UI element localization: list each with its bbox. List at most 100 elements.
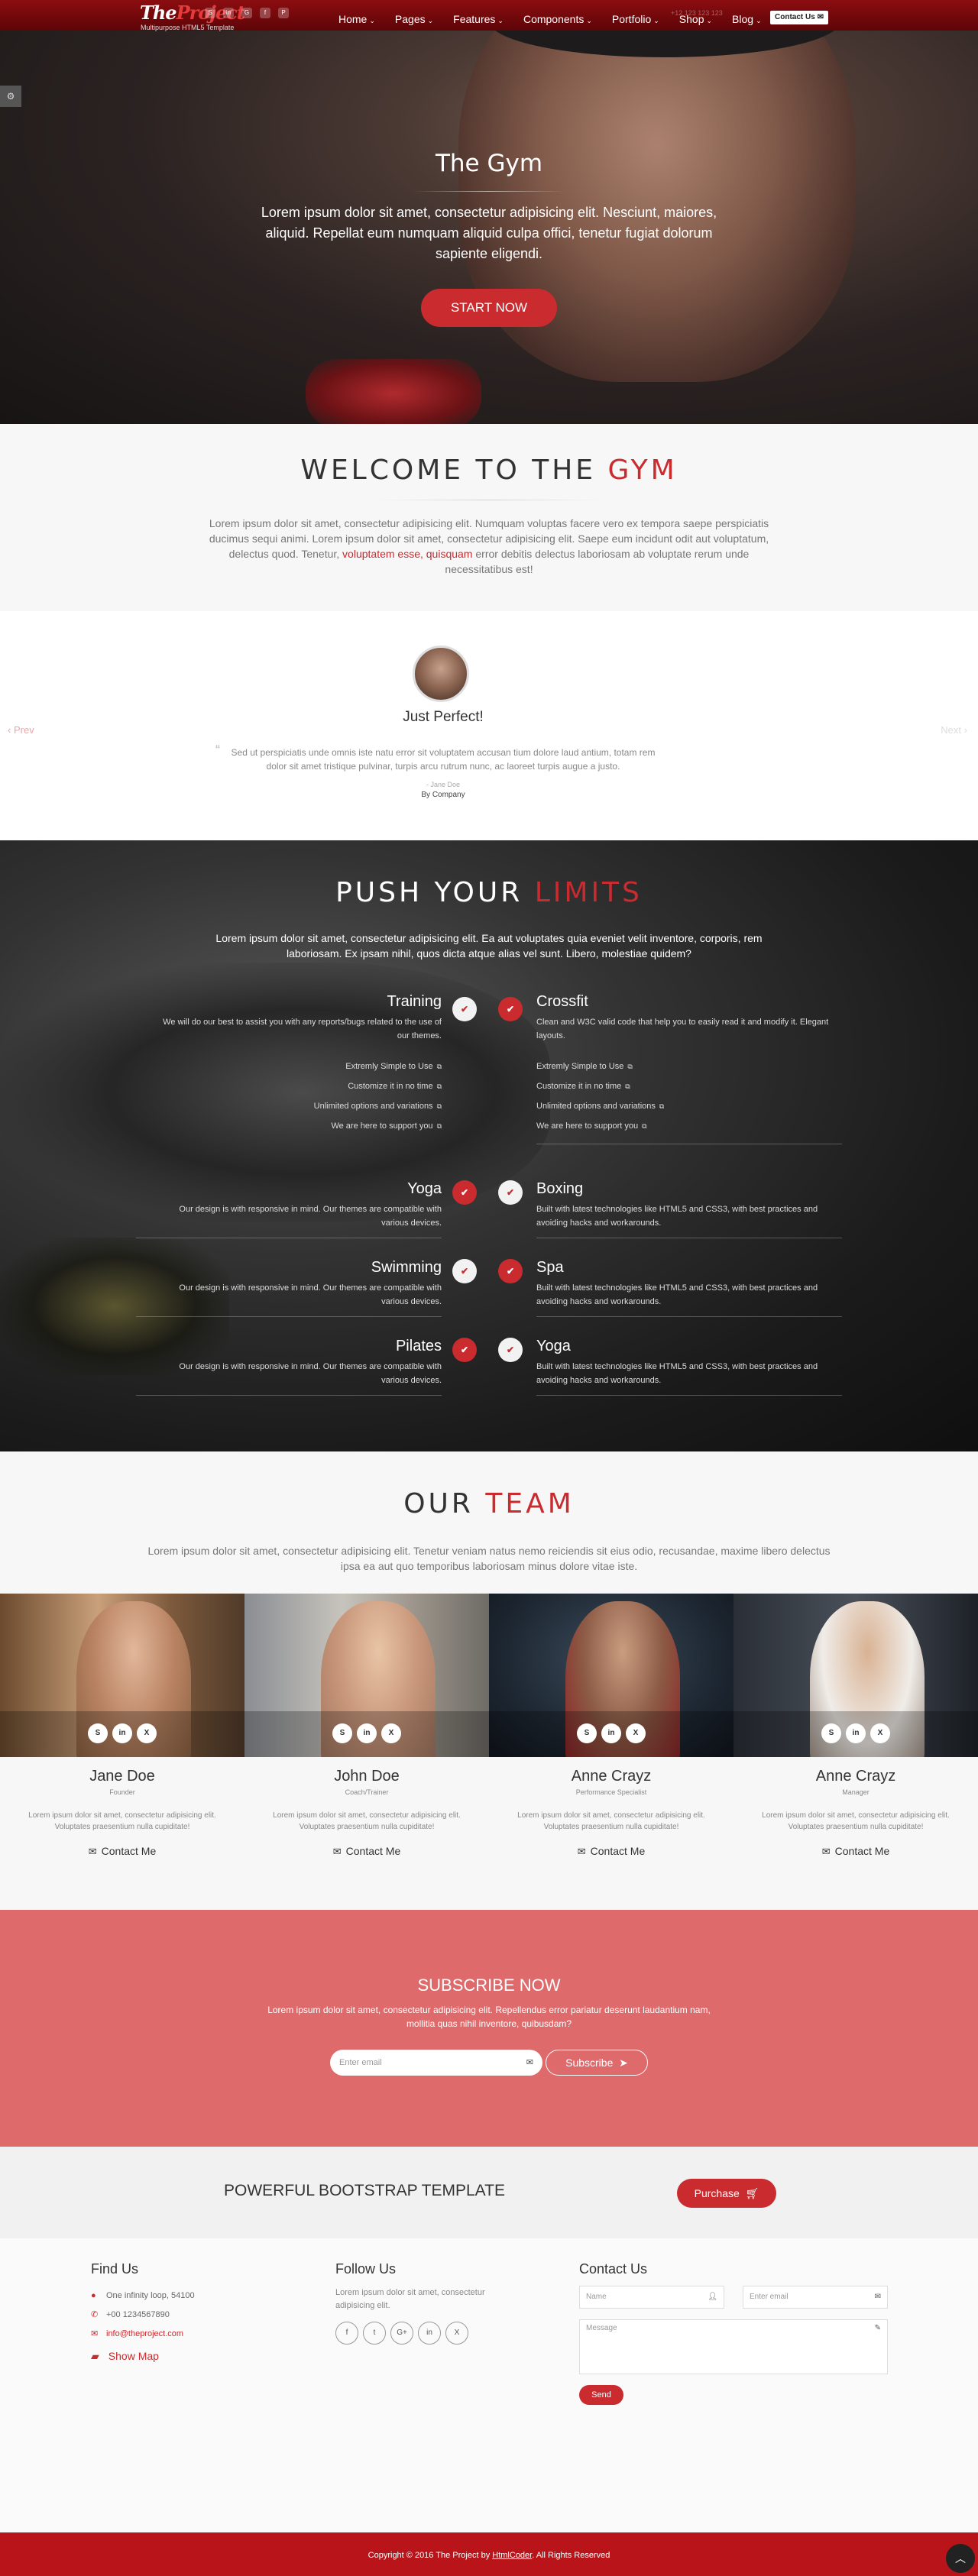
purchase-button[interactable]: Purchase 🛒︎: [677, 2179, 776, 2208]
send-button[interactable]: Send: [579, 2385, 623, 2405]
push-limits-section: PUSH YOUR LIMITS Lorem ipsum dolor sit a…: [0, 840, 978, 1451]
member-desc: Lorem ipsum dolor sit amet, consectetur …: [28, 1811, 216, 1831]
purchase-title: POWERFUL BOOTSTRAP TEMPLATE: [224, 2182, 505, 2199]
xing-icon[interactable]: X: [137, 1723, 157, 1743]
facebook-icon[interactable]: f: [260, 8, 270, 18]
message-textarea[interactable]: Message ✎: [579, 2319, 888, 2374]
google-plus-icon[interactable]: G+: [390, 2322, 413, 2345]
check-icon: ✔: [452, 997, 477, 1021]
footer: Find Us ● One infinity loop, 54100 ✆ +00 1…: [0, 2238, 978, 2532]
site-header: TheProject Multipurpose HTML5 Template S…: [0, 0, 978, 31]
phone-icon: ✆: [91, 2310, 99, 2319]
xing-icon[interactable]: X: [445, 2322, 468, 2345]
feature-text: Built with latest technologies like HTML…: [536, 1283, 818, 1306]
nav-pages[interactable]: Pages ⌄: [385, 0, 443, 31]
nav-blog[interactable]: Blog ⌄: [722, 0, 772, 31]
facebook-icon[interactable]: f: [335, 2322, 358, 2345]
team-member-card: Sin X Anne Crayz Performance Specialist L…: [489, 1594, 734, 1910]
xing-icon[interactable]: X: [381, 1723, 401, 1743]
header-phone: +12 123 123 123: [671, 9, 723, 17]
linkedin-icon[interactable]: in: [601, 1723, 621, 1743]
welcome-section: WELCOME TO THE GYM Lorem ipsum dolor sit…: [0, 424, 978, 611]
email-input[interactable]: Enter email ✉: [743, 2286, 888, 2309]
carousel-next[interactable]: Next ›: [941, 724, 967, 736]
feature-text: Built with latest technologies like HTML…: [536, 1362, 818, 1385]
email-link[interactable]: ✉ info@theproject.com: [91, 2325, 195, 2344]
contact-me-link[interactable]: ✉ Contact Me: [0, 1845, 244, 1858]
external-link-icon: ⧉: [627, 1063, 633, 1070]
divider: [136, 1395, 442, 1396]
chevron-down-icon: ⌄: [706, 17, 713, 24]
skype-icon[interactable]: S: [821, 1723, 841, 1743]
chevron-up-icon[interactable]: ︿: [946, 2544, 975, 2573]
feature-title: Boxing: [536, 1180, 584, 1197]
xing-icon[interactable]: X: [870, 1723, 890, 1743]
subscribe-section: SUBSCRIBE NOW Lorem ipsum dolor sit amet…: [0, 1910, 978, 2147]
testimonial-author: - Jane Doe: [426, 781, 461, 788]
nav-label: Components: [523, 13, 585, 25]
skype-icon[interactable]: S: [577, 1723, 597, 1743]
twitter-icon[interactable]: t: [363, 2322, 386, 2345]
next-label: Next: [941, 724, 962, 736]
linkedin-icon[interactable]: in: [846, 1723, 866, 1743]
linkedin-icon[interactable]: in: [418, 2322, 441, 2345]
contact-us-title: Contact Us: [579, 2261, 648, 2277]
feature-crossfit: Crossfit Clean and W3C valid code that h…: [536, 993, 842, 1144]
gear-icon[interactable]: ⚙: [0, 86, 21, 107]
skype-icon[interactable]: S: [205, 8, 215, 18]
carousel-prev[interactable]: ‹ Prev: [8, 724, 34, 736]
contact-me-link[interactable]: ✉ Contact Me: [734, 1845, 978, 1858]
skype-icon[interactable]: S: [332, 1723, 352, 1743]
member-socials: Sin X: [244, 1723, 489, 1743]
nav-label: Features: [453, 13, 496, 25]
hero-image-dumbbell: [306, 359, 481, 424]
send-icon: ➤: [619, 2057, 628, 2069]
nav-features[interactable]: Features ⌄: [443, 0, 513, 31]
list-item: Customize it in no time ⧉: [536, 1076, 842, 1096]
feature-swimming: Swimming Our design is with responsive i…: [136, 1259, 442, 1317]
member-name: Jane Doe: [89, 1768, 155, 1785]
google-plus-icon[interactable]: G: [241, 8, 252, 18]
contact-me-link[interactable]: ✉ Contact Me: [489, 1845, 734, 1858]
htmlcoder-link[interactable]: HtmlCoder: [492, 2551, 532, 2560]
show-map-link[interactable]: ▰ Show Map: [91, 2350, 195, 2363]
contact-us-button[interactable]: Contact Us ✉: [770, 11, 828, 24]
welcome-text-link[interactable]: voluptatem esse, quisquam: [342, 548, 472, 560]
find-us-list: ● One infinity loop, 54100 ✆ +00 123456789…: [91, 2286, 195, 2344]
divider: [136, 1316, 442, 1317]
subscribe-button[interactable]: Subscribe ➤: [546, 2050, 648, 2076]
xing-icon[interactable]: X: [626, 1723, 646, 1743]
member-role: Founder: [109, 1788, 135, 1796]
find-us-column: Find Us ● One infinity loop, 54100 ✆ +00 1…: [91, 2261, 195, 2363]
start-now-button[interactable]: START NOW: [421, 289, 557, 327]
hero-text: Lorem ipsum dolor sit amet, consectetur …: [261, 205, 717, 261]
feature-list: Extremly Simple to Use ⧉ Customize it in …: [536, 1057, 842, 1136]
list-item-label: Customize it in no time: [348, 1082, 433, 1091]
chevron-down-icon: ⌄: [369, 17, 375, 24]
team-section: OUR TEAM Lorem ipsum dolor sit amet, con…: [0, 1451, 978, 1910]
phone-text: +00 1234567890: [106, 2310, 170, 2319]
linkedin-icon[interactable]: in: [357, 1723, 377, 1743]
push-title-accent: LIMITS: [534, 877, 643, 908]
nav-home[interactable]: Home ⌄: [329, 0, 385, 31]
external-link-icon: ⧉: [659, 1102, 665, 1110]
skype-icon[interactable]: S: [88, 1723, 108, 1743]
linkedin-icon[interactable]: in: [223, 8, 234, 18]
pinterest-icon[interactable]: P: [278, 8, 289, 18]
team-intro: Lorem ipsum dolor sit amet, consectetur …: [147, 1545, 831, 1572]
name-input[interactable]: Name 👤︎: [579, 2286, 724, 2309]
team-member-card: Sin X John Doe Coach/Trainer Lorem ipsum …: [244, 1594, 489, 1910]
check-icon: ✔: [452, 1180, 477, 1205]
subscribe-email-input[interactable]: Enter email ✉: [330, 2050, 542, 2076]
envelope-icon: ✉: [91, 2329, 99, 2338]
contact-me-link[interactable]: ✉ Contact Me: [244, 1845, 489, 1858]
list-item-label: Unlimited options and variations: [536, 1102, 656, 1111]
pencil-icon: ✎: [874, 2324, 881, 2332]
footer-socials: f t G+ in X: [335, 2322, 488, 2345]
team-title-accent: TEAM: [485, 1488, 575, 1519]
feature-title: Crossfit: [536, 993, 588, 1010]
nav-portfolio[interactable]: Portfolio ⌄: [602, 0, 669, 31]
linkedin-icon[interactable]: in: [112, 1723, 132, 1743]
nav-components[interactable]: Components ⌄: [513, 0, 602, 31]
team-member-card: Sin X Anne Crayz Manager Lorem ipsum dolo…: [734, 1594, 978, 1910]
